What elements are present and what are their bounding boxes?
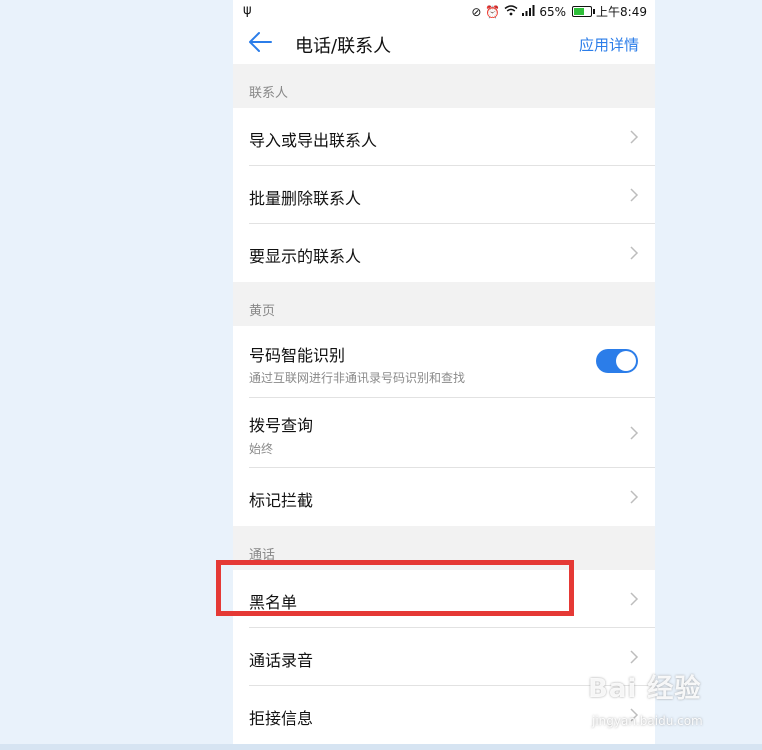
list-item-label: 标记拦截 (249, 491, 314, 510)
list-item-mark-block[interactable]: 标记拦截 (233, 468, 655, 526)
watermark-logo-text: Bai 经验 (588, 674, 702, 704)
alarm-icon: ⏰ (485, 4, 501, 19)
bottom-border (0, 744, 762, 750)
list-item-subtitle: 始终 (249, 442, 274, 456)
section-title: 黄页 (249, 304, 276, 319)
section-header-yellow-pages: 黄页 (233, 282, 655, 326)
usb-icon: ψ (243, 3, 252, 18)
chevron-right-icon (630, 592, 639, 606)
list-item-label: 批量删除联系人 (249, 189, 362, 208)
watermark-url: jingyan.baidu.com (592, 714, 703, 728)
battery-percent: 65% (539, 4, 567, 19)
smart-recognition-toggle[interactable] (596, 349, 638, 373)
status-time: 上午8:49 (596, 5, 647, 19)
list-item-label: 拒接信息 (249, 709, 314, 728)
list-item-label: 导入或导出联系人 (249, 131, 378, 150)
status-icons: ⊘ ⏰ 65% 上午8:49 (471, 3, 647, 20)
list-item-subtitle: 通过互联网进行非通讯录号码识别和查找 (249, 371, 466, 385)
list-item-label: 号码智能识别 (249, 346, 346, 365)
chevron-right-icon (630, 188, 639, 202)
chevron-right-icon (630, 130, 639, 144)
baidu-jingyan-watermark: Bai 经验 jingyan.baidu.com (588, 668, 758, 738)
section-header-contacts: 联系人 (233, 64, 655, 108)
chevron-right-icon (630, 650, 639, 664)
list-item-dial-lookup[interactable]: 拨号查询 始终 (233, 398, 655, 468)
phone-screen: ψ ⊘ ⏰ 65% 上午8:49 电话/联系人 应用详情 联系人 导入或导出联系… (233, 0, 655, 750)
list-item-contacts-to-display[interactable]: 要显示的联系人 (233, 224, 655, 282)
section-title: 联系人 (249, 86, 289, 101)
battery-icon (572, 6, 596, 17)
list-item-import-export[interactable]: 导入或导出联系人 (233, 108, 655, 166)
page-title: 电话/联系人 (295, 36, 392, 57)
title-bar: 电话/联系人 应用详情 (233, 22, 655, 64)
vibrate-off-icon: ⊘ (471, 4, 482, 19)
chevron-right-icon (630, 426, 639, 440)
app-details-link[interactable]: 应用详情 (579, 34, 639, 55)
status-bar: ψ ⊘ ⏰ 65% 上午8:49 (233, 0, 655, 22)
highlight-box (216, 560, 574, 616)
back-arrow-icon[interactable] (247, 28, 273, 56)
list-item-label: 拨号查询 (249, 416, 314, 435)
list-item-label: 通话录音 (249, 651, 314, 670)
chevron-right-icon (630, 490, 639, 504)
signal-icon (522, 4, 535, 19)
chevron-right-icon (630, 246, 639, 260)
list-item-label: 要显示的联系人 (249, 247, 362, 266)
list-item-smart-number-recognition[interactable]: 号码智能识别 通过互联网进行非通讯录号码识别和查找 (233, 326, 655, 398)
list-item-batch-delete[interactable]: 批量删除联系人 (233, 166, 655, 224)
wifi-icon (504, 4, 518, 19)
